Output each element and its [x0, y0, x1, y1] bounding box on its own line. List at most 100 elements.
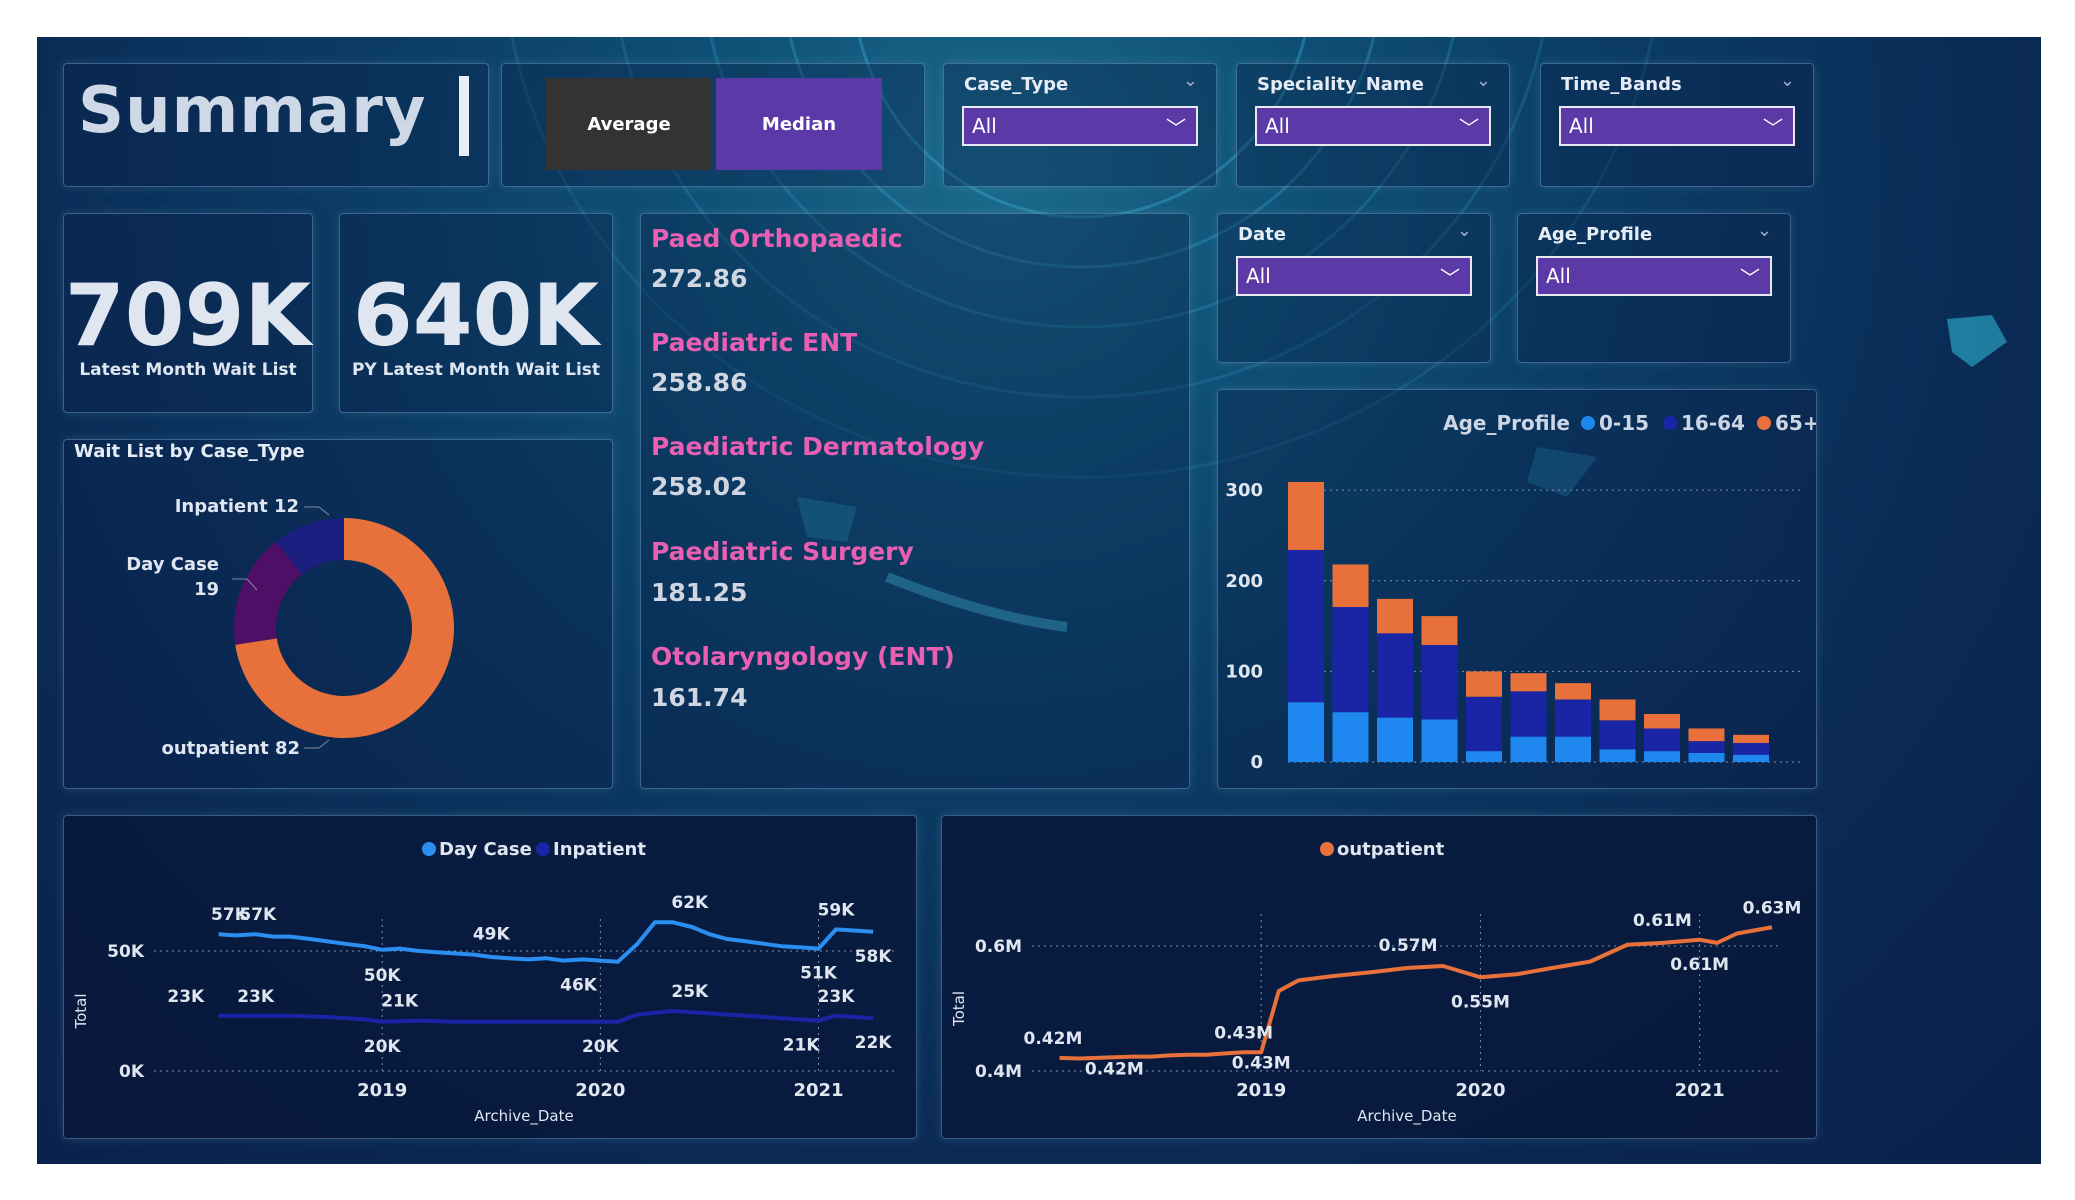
age-profile-dropdown[interactable]: All ﹀	[1536, 256, 1772, 296]
donut-chart: Wait List by Case_Type Inpatient 12 Day …	[74, 441, 454, 759]
bar-segment-0-15	[1733, 754, 1769, 762]
outpatient-line-chart: outpatient 0.4M 0.6M 2019 2020 2021 Archive_Da…	[950, 839, 1801, 1126]
bar-segment-16-64	[1555, 699, 1591, 737]
bar-segment-65+	[1733, 734, 1769, 743]
data-label: 0.43M	[1232, 1053, 1291, 1073]
chevron-down-icon[interactable]: ⌄	[1183, 70, 1198, 91]
bar-segment-16-64	[1377, 633, 1413, 718]
y-tick-label: 50K	[107, 942, 145, 962]
speciality-name-dropdown[interactable]: All ﹀	[1255, 106, 1491, 146]
kpi-value: 709K	[64, 266, 312, 366]
legend-marker	[1581, 416, 1595, 430]
x-axis-title: Archive_Date	[1357, 1107, 1456, 1126]
series-line-day-case	[218, 920, 874, 964]
stacked-bar-chart: Age_Profile 0-15 16-64 65+ 0 100 200 300	[1225, 411, 1819, 773]
donut-label-daycase: Day Case	[126, 554, 219, 575]
kpi-card-latest: 709K Latest Month Wait List	[63, 213, 313, 413]
kpi-value: 640K	[352, 266, 600, 366]
x-tick-label: 2020	[1455, 1080, 1505, 1101]
y-tick-label: 0.4M	[975, 1062, 1022, 1082]
bar-segment-16-64	[1288, 549, 1324, 703]
speciality-name: Paed Orthopaedic	[651, 224, 903, 253]
case-type-dropdown[interactable]: All ﹀	[962, 106, 1198, 146]
data-label: 49K	[473, 924, 511, 944]
data-label: 20K	[364, 1037, 402, 1057]
x-tick-label: 2019	[357, 1080, 407, 1101]
data-label: 0.61M	[1670, 955, 1729, 975]
chevron-down-icon[interactable]: ⌄	[1476, 70, 1491, 91]
chevron-down-icon: ﹀	[1763, 116, 1783, 140]
bar-segment-16-64	[1466, 696, 1502, 752]
bar-segment-65+	[1466, 671, 1502, 697]
legend-marker	[1757, 416, 1771, 430]
bar-segment-0-15	[1466, 751, 1502, 762]
chevron-down-icon: ﹀	[1166, 116, 1186, 140]
kpi-label: PY Latest Month Wait List	[351, 360, 601, 380]
time-bands-dropdown[interactable]: All ﹀	[1559, 106, 1795, 146]
x-tick-label: 2021	[1675, 1080, 1725, 1101]
data-label: 23K	[237, 987, 275, 1007]
data-label: 51K	[800, 964, 838, 984]
data-label: 21K	[381, 992, 419, 1012]
legend-marker	[1663, 416, 1677, 430]
chevron-down-icon[interactable]: ⌄	[1457, 220, 1472, 241]
page-title: Summary	[78, 74, 427, 148]
legend-label: Day Case	[439, 839, 532, 860]
bar-segment-16-64	[1510, 691, 1547, 737]
legend-label: 16-64	[1681, 411, 1745, 435]
measure-toggle-panel: Average Median	[501, 63, 925, 187]
bar-segment-65+	[1510, 673, 1547, 692]
bar-segment-0-15	[1421, 719, 1458, 762]
x-axis-title: Archive_Date	[474, 1107, 573, 1126]
speciality-name: Paediatric Surgery	[651, 537, 914, 566]
average-button[interactable]: Average	[546, 78, 712, 170]
speciality-value: 258.02	[651, 472, 748, 501]
donut-label-inpatient: Inpatient 12	[175, 496, 299, 517]
bar-segment-16-64	[1599, 720, 1636, 750]
median-button[interactable]: Median	[716, 78, 882, 170]
bar-segment-0-15	[1510, 736, 1547, 762]
title-bar-marker	[459, 76, 469, 156]
speciality-value: 161.74	[651, 683, 748, 712]
y-tick-label: 0K	[119, 1062, 145, 1082]
dropdown-value: All	[1569, 114, 1594, 138]
age-profile-slicer: Age_Profile ⌄ All ﹀	[1517, 213, 1791, 363]
legend-label: outpatient	[1337, 839, 1445, 860]
bar-segment-65+	[1288, 481, 1324, 550]
chevron-down-icon: ﹀	[1740, 266, 1760, 290]
time-bands-slicer: Time_Bands ⌄ All ﹀	[1540, 63, 1814, 187]
leader-line	[304, 506, 330, 516]
legend-marker	[536, 842, 550, 856]
leader-line	[304, 739, 330, 749]
speciality-name: Otolaryngology (ENT)	[651, 642, 955, 671]
slicer-label: Time_Bands	[1561, 74, 1682, 95]
data-label: 59K	[818, 900, 856, 920]
slicer-label: Case_Type	[964, 74, 1069, 95]
data-label: 23K	[818, 987, 856, 1007]
bar-segment-65+	[1555, 683, 1591, 700]
data-label: 0.42M	[1085, 1060, 1144, 1080]
slicer-label: Speciality_Name	[1257, 74, 1424, 95]
speciality-name-slicer: Speciality_Name ⌄ All ﹀	[1236, 63, 1510, 187]
chevron-down-icon[interactable]: ⌄	[1757, 220, 1772, 241]
bar-segment-65+	[1377, 598, 1413, 634]
bar-segment-0-15	[1644, 751, 1680, 762]
donut-value-daycase: 19	[194, 579, 219, 600]
bar-segment-16-64	[1733, 742, 1769, 755]
y-tick-label: 100	[1225, 661, 1263, 682]
legend-marker	[422, 842, 436, 856]
daycase-inpatient-line-chart: Day Case Inpatient 0K 50K 2019 2020 2021 Archiv…	[72, 839, 894, 1126]
chevron-down-icon: ﹀	[1440, 266, 1460, 290]
data-label: 23K	[167, 987, 205, 1007]
date-dropdown[interactable]: All ﹀	[1236, 256, 1472, 296]
bar-segment-0-15	[1688, 752, 1725, 762]
data-label: 58K	[855, 947, 893, 967]
chevron-down-icon[interactable]: ⌄	[1780, 70, 1795, 91]
data-label: 22K	[855, 1033, 893, 1053]
y-tick-label: 300	[1225, 480, 1263, 501]
data-label: 25K	[671, 982, 709, 1002]
speciality-value: 181.25	[651, 578, 748, 607]
speciality-name: Paediatric Dermatology	[651, 432, 985, 461]
bar-segment-65+	[1644, 713, 1680, 729]
legend-marker	[1320, 842, 1334, 856]
